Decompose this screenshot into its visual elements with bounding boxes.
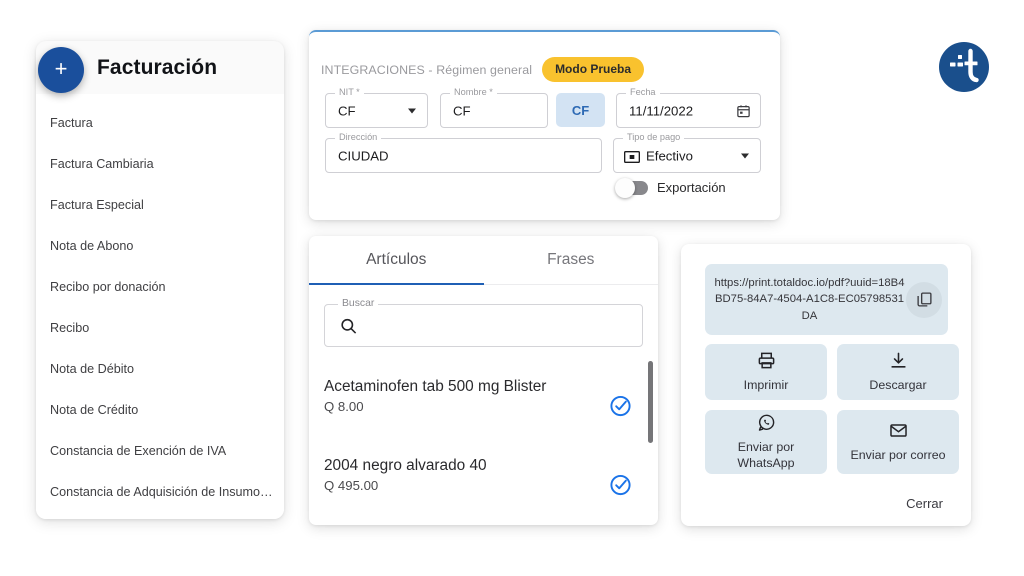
tipo-de-pago-field-value: Efectivo	[646, 148, 693, 163]
brand-logo-icon	[938, 41, 990, 93]
printer-icon	[757, 351, 776, 373]
exportacion-row: Exportación	[615, 177, 726, 198]
direccion-field-value: CIUDAD	[338, 148, 389, 163]
sidebar-item-constancia-adquisicion-insumos[interactable]: Constancia de Adquisición de Insumo…	[36, 471, 284, 512]
document-url: https://print.totaldoc.io/pdf?uuid=18B4B…	[714, 277, 905, 322]
page-title: Facturación	[97, 55, 218, 79]
integration-label: INTEGRACIONES - Régimen general	[321, 62, 533, 77]
cf-button[interactable]: CF	[556, 93, 605, 127]
sidebar-item-factura-especial[interactable]: Factura Especial	[36, 184, 284, 225]
articles-card: Artículos Frases Buscar Acetaminofen tab…	[309, 236, 658, 525]
chevron-down-icon[interactable]	[741, 153, 749, 158]
tab-articulos[interactable]: Artículos	[309, 236, 484, 285]
tab-frases[interactable]: Frases	[484, 236, 659, 284]
download-icon	[889, 351, 908, 373]
sidebar-item-label: Recibo	[50, 320, 90, 335]
article-price: Q 8.00	[324, 398, 364, 414]
list-item[interactable]: 2004 negro alvarado 40 Q 495.00	[309, 445, 658, 524]
download-button-label: Descargar	[869, 377, 927, 392]
sidebar-item-recibo[interactable]: Recibo	[36, 307, 284, 348]
mail-icon	[889, 421, 908, 443]
nombre-field-value: CF	[453, 103, 471, 118]
integration-header: INTEGRACIONES - Régimen general Modo Pru…	[321, 57, 645, 82]
nit-field[interactable]: NIT * CF	[325, 87, 428, 128]
tab-label: Frases	[547, 251, 595, 268]
print-button[interactable]: Imprimir	[705, 344, 827, 400]
sidebar-item-label: Nota de Débito	[50, 361, 135, 376]
sidebar-item-constancia-exencion-iva[interactable]: Constancia de Exención de IVA	[36, 430, 284, 471]
cash-icon	[624, 150, 640, 163]
sidebar-item-factura-cambiaria[interactable]: Factura Cambiaria	[36, 143, 284, 184]
download-button[interactable]: Descargar	[837, 344, 959, 400]
check-circle-icon[interactable]	[609, 394, 632, 417]
tab-label: Artículos	[366, 251, 427, 268]
search-icon	[339, 316, 358, 335]
sidebar-item-factura[interactable]: Factura	[36, 102, 284, 143]
copy-icon[interactable]	[906, 281, 942, 318]
exportacion-label: Exportación	[657, 180, 726, 195]
article-list-scrollbar[interactable]	[648, 361, 653, 443]
fecha-field-value: 11/11/2022	[629, 103, 694, 118]
tipo-de-pago-field[interactable]: Tipo de pago Efectivo	[613, 132, 761, 173]
document-actions-card: https://print.totaldoc.io/pdf?uuid=18B4B…	[681, 244, 971, 526]
direccion-field-label: Dirección	[335, 132, 382, 142]
list-item[interactable]: Acetaminofen tab 500 mg Blister Q 8.00	[309, 366, 658, 445]
sidebar-item-nota-de-debito[interactable]: Nota de Débito	[36, 348, 284, 389]
document-type-list: Factura Factura Cambiaria Factura Especi…	[36, 94, 284, 519]
article-name: 2004 negro alvarado 40	[324, 457, 487, 474]
fecha-field-label: Fecha	[626, 87, 660, 97]
sidebar-item-label: Nota de Abono	[50, 238, 134, 253]
send-whatsapp-button-label: Enviar por WhatsApp	[737, 440, 795, 470]
close-button[interactable]: Cerrar	[900, 495, 949, 512]
sidebar-item-nota-de-credito[interactable]: Nota de Crédito	[36, 389, 284, 430]
print-button-label: Imprimir	[743, 377, 789, 392]
plus-icon: +	[54, 56, 68, 81]
direccion-field[interactable]: Dirección CIUDAD	[325, 132, 602, 173]
send-email-button-label: Enviar por correo	[850, 447, 946, 462]
search-input[interactable]	[367, 305, 632, 346]
sidebar-item-recibo-por-donacion[interactable]: Recibo por donación	[36, 266, 284, 307]
sidebar-item-label: Constancia de Adquisición de Insumo…	[50, 484, 273, 499]
document-url-box[interactable]: https://print.totaldoc.io/pdf?uuid=18B4B…	[705, 264, 948, 335]
articles-tabs: Artículos Frases	[309, 236, 658, 285]
sidebar-item-label: Constancia de Exención de IVA	[50, 443, 227, 458]
sidebar-item-nota-de-abono[interactable]: Nota de Abono	[36, 225, 284, 266]
tipo-de-pago-field-label: Tipo de pago	[623, 132, 685, 142]
app-screen: Facturación Factura Factura Cambiaria Fa…	[0, 0, 1024, 576]
toggle-knob	[615, 177, 635, 198]
sidebar-item-label: Nota de Crédito	[50, 402, 139, 417]
sidebar-item-label: Factura Especial	[50, 197, 144, 212]
whatsapp-icon	[757, 413, 776, 435]
search-field[interactable]: Buscar	[324, 298, 643, 347]
fecha-field[interactable]: Fecha 11/11/2022	[616, 87, 761, 128]
facturacion-sidebar-card: Facturación Factura Factura Cambiaria Fa…	[36, 41, 284, 519]
exportacion-toggle[interactable]	[615, 177, 648, 198]
nombre-field-label: Nombre *	[450, 87, 497, 97]
add-document-button[interactable]: +	[38, 47, 84, 93]
sidebar-item-label: Recibo por donación	[50, 279, 166, 294]
article-price: Q 495.00	[324, 477, 379, 493]
send-email-button[interactable]: Enviar por correo	[837, 410, 959, 474]
sidebar-item-label: Factura Cambiaria	[50, 156, 154, 171]
nit-field-value: CF	[338, 103, 356, 118]
nombre-field[interactable]: Nombre * CF	[440, 87, 548, 128]
chevron-down-icon[interactable]	[408, 108, 416, 113]
send-whatsapp-button[interactable]: Enviar por WhatsApp	[705, 410, 827, 474]
calendar-icon[interactable]	[736, 103, 751, 118]
nit-field-label: NIT *	[335, 87, 364, 97]
sidebar-item-label: Factura	[50, 115, 93, 130]
article-list: Acetaminofen tab 500 mg Blister Q 8.00 2…	[309, 366, 658, 525]
article-name: Acetaminofen tab 500 mg Blister	[324, 378, 547, 395]
test-mode-badge[interactable]: Modo Prueba	[542, 57, 645, 82]
check-circle-icon[interactable]	[609, 473, 632, 496]
